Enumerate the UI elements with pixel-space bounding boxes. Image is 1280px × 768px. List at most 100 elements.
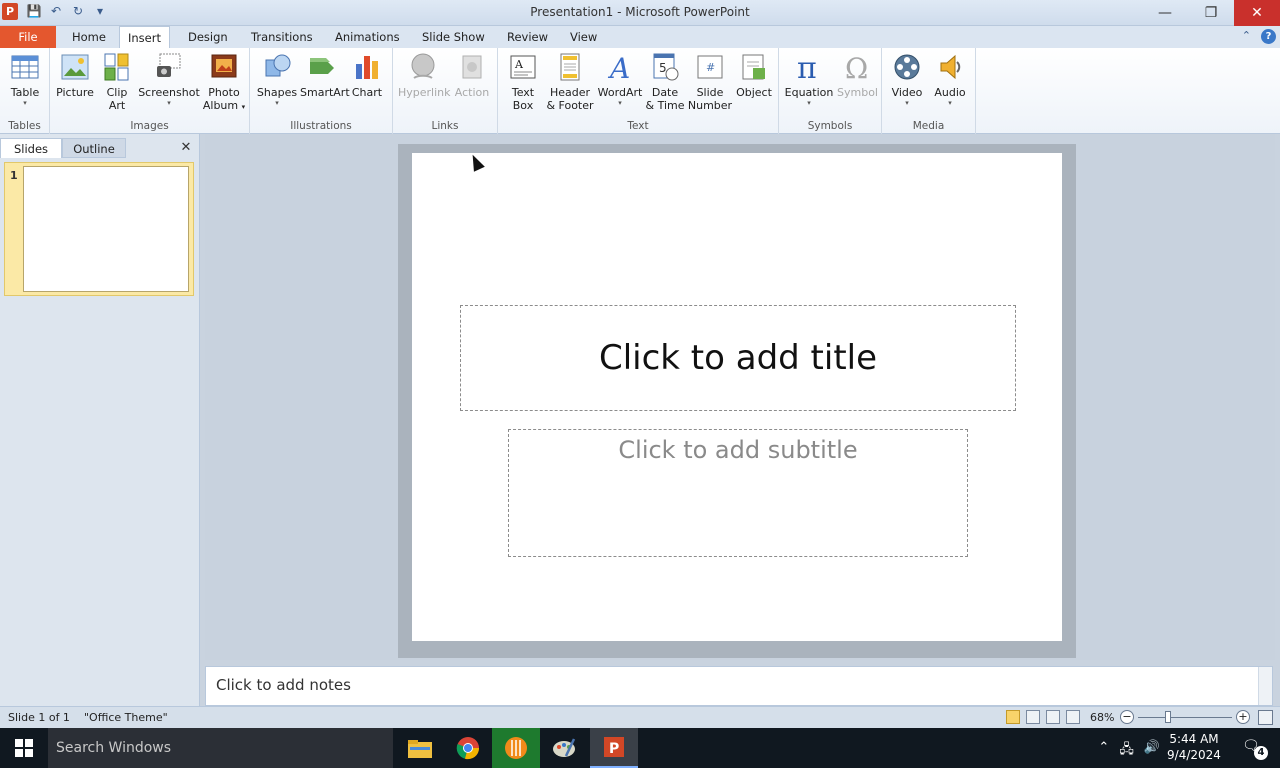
shapes-button[interactable]: Shapes ▾	[256, 52, 298, 107]
equation-button[interactable]: π Equation ▾	[783, 52, 835, 107]
slide-thumbnail-number: 1	[10, 169, 18, 182]
notes-pane[interactable]: Click to add notes	[205, 666, 1273, 706]
header-footer-button[interactable]: Header & Footer	[544, 52, 596, 112]
svg-text:5: 5	[659, 61, 667, 75]
normal-view-icon[interactable]	[1006, 710, 1020, 724]
zoom-out-icon[interactable]: −	[1120, 710, 1134, 724]
clock-time: 5:44 AM	[1169, 732, 1219, 746]
tab-design[interactable]: Design	[180, 26, 236, 48]
paint-taskbar-button[interactable]	[540, 728, 588, 768]
start-button[interactable]	[0, 728, 48, 768]
smartart-icon	[310, 58, 334, 74]
picture-icon	[61, 54, 89, 80]
ribbon-insert: Table ▾ Tables Picture Clip Art Screenshot…	[0, 48, 1280, 134]
tab-home[interactable]: Home	[64, 26, 114, 48]
fit-to-window-icon[interactable]	[1258, 710, 1273, 725]
tab-animations[interactable]: Animations	[327, 26, 408, 48]
svg-text:#: #	[706, 61, 715, 74]
notifications-button[interactable]: 🗨 4	[1242, 738, 1268, 760]
slide-number-icon: #	[697, 55, 723, 79]
search-placeholder: Search Windows	[56, 740, 172, 756]
close-button[interactable]: ✕	[1234, 0, 1280, 28]
title-bar: P 💾 ↶ ↻ ▾ Presentation1 - Microsoft Powe…	[0, 0, 1280, 28]
video-button[interactable]: Video ▾	[886, 52, 928, 107]
notification-count-badge: 4	[1254, 746, 1268, 760]
clip-art-icon	[104, 53, 129, 81]
clock-date: 9/4/2024	[1167, 748, 1221, 762]
screenshot-button[interactable]: Screenshot ▾	[138, 52, 200, 107]
slide-sorter-view-icon[interactable]	[1026, 710, 1040, 724]
group-tables: Table ▾ Tables	[0, 48, 50, 134]
slide-thumbnail[interactable]	[23, 166, 189, 292]
help-icon[interactable]: ?	[1261, 29, 1276, 44]
file-explorer-taskbar-button[interactable]	[396, 728, 444, 768]
symbol-button[interactable]: Ω Symbol	[837, 52, 878, 99]
group-text: A Text Box Header & Footer A WordArt ▾ 5 Da…	[498, 48, 779, 134]
zoom-slider-track[interactable]	[1138, 717, 1232, 718]
svg-text:π: π	[797, 52, 817, 82]
tab-file[interactable]: File	[0, 26, 56, 48]
powerpoint-icon: P	[604, 737, 624, 757]
hyperlink-button[interactable]: Hyperlink	[398, 52, 451, 99]
object-button[interactable]: Object	[734, 52, 774, 99]
clip-art-button[interactable]: Clip Art	[100, 52, 134, 112]
restore-button[interactable]: ❐	[1188, 0, 1234, 28]
symbol-icon: Ω	[845, 52, 868, 82]
group-images: Picture Clip Art Screenshot ▾ Photo Album ▾…	[50, 48, 250, 134]
tab-outline[interactable]: Outline	[62, 138, 126, 158]
clock[interactable]: 5:44 AM 9/4/2024	[1164, 731, 1224, 763]
close-pane-icon[interactable]: ✕	[178, 138, 194, 158]
subtitle-placeholder[interactable]: Click to add subtitle	[508, 429, 968, 557]
minimize-button[interactable]: —	[1142, 0, 1188, 28]
date-time-button[interactable]: 5 Date & Time	[644, 52, 686, 112]
zoom-in-icon[interactable]: +	[1236, 710, 1250, 724]
slides-pane: Slides Outline ✕ 1	[0, 134, 200, 706]
group-links: Hyperlink Action Links	[393, 48, 498, 134]
windows-logo-icon	[15, 739, 33, 757]
shapes-icon	[265, 54, 291, 77]
equation-icon: π	[797, 52, 817, 82]
wordart-button[interactable]: A WordArt ▾	[596, 52, 644, 107]
notes-scrollbar[interactable]	[1258, 667, 1272, 705]
tab-slides[interactable]: Slides	[0, 138, 62, 158]
folder-icon	[408, 740, 432, 758]
title-placeholder[interactable]: Click to add title	[460, 305, 1016, 411]
table-button[interactable]: Table ▾	[6, 52, 44, 107]
window-controls: — ❐ ✕	[1142, 0, 1280, 28]
taskbar-search[interactable]: Search Windows	[48, 728, 393, 768]
tab-review[interactable]: Review	[499, 26, 556, 48]
smartart-button[interactable]: SmartArt	[300, 52, 350, 99]
paint-icon	[553, 738, 576, 757]
text-box-button[interactable]: A Text Box	[504, 52, 542, 112]
slide-show-view-icon[interactable]	[1066, 710, 1080, 724]
object-icon	[742, 54, 765, 80]
tray-overflow-icon[interactable]: ⌃	[1098, 740, 1109, 762]
photo-album-button[interactable]: Photo Album ▾	[202, 52, 246, 114]
zoom-level[interactable]: 68%	[1090, 711, 1114, 724]
chrome-taskbar-button[interactable]	[444, 728, 492, 768]
audio-icon	[940, 54, 961, 80]
tab-slide-show[interactable]: Slide Show	[414, 26, 493, 48]
chrome-icon	[456, 737, 480, 760]
date-time-icon: 5	[653, 53, 679, 81]
tab-transitions[interactable]: Transitions	[243, 26, 321, 48]
audio-button[interactable]: Audio ▾	[930, 52, 970, 107]
volume-icon[interactable]: 🔊	[1144, 740, 1160, 762]
action-button[interactable]: Action	[451, 52, 493, 99]
minimize-ribbon-icon[interactable]: ⌃	[1242, 29, 1251, 44]
tab-view[interactable]: View	[562, 26, 605, 48]
theme-status[interactable]: "Office Theme"	[84, 711, 168, 724]
chart-button[interactable]: Chart	[348, 52, 386, 99]
window-title: Presentation1 - Microsoft PowerPoint	[530, 5, 750, 19]
powerpoint-taskbar-button[interactable]: P	[590, 728, 638, 768]
zoom-slider-handle[interactable]	[1165, 711, 1171, 723]
slide-thumbnail-selected[interactable]: 1	[4, 162, 194, 296]
picture-button[interactable]: Picture	[56, 52, 94, 99]
slide-number-button[interactable]: # Slide Number	[686, 52, 734, 112]
slide-canvas[interactable]: Click to add title Click to add subtitle	[412, 153, 1062, 641]
tab-insert[interactable]: Insert	[119, 26, 170, 49]
view-buttons	[1006, 710, 1080, 724]
vlc-taskbar-button[interactable]	[492, 728, 540, 768]
network-icon[interactable]: 🖧	[1119, 740, 1134, 762]
reading-view-icon[interactable]	[1046, 710, 1060, 724]
